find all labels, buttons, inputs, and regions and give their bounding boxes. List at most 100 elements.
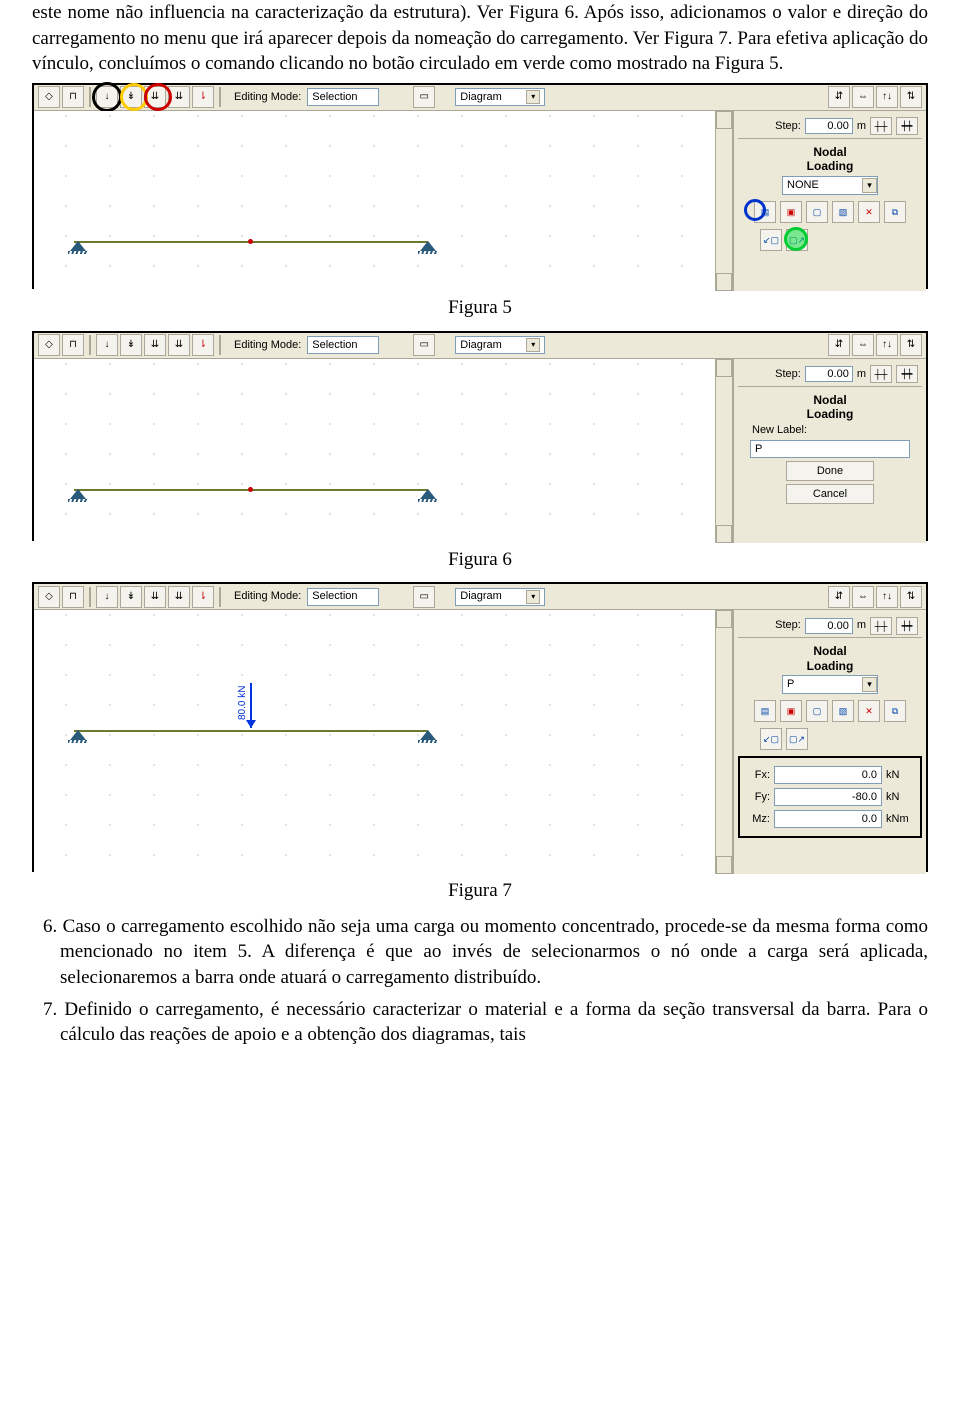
tool-icon[interactable]: ◇ [38, 586, 60, 608]
mz-label: Mz: [744, 812, 770, 827]
dist-load-full-icon[interactable]: ⇊ [168, 334, 190, 356]
editing-mode-field[interactable]: Selection [307, 336, 379, 354]
page-icon[interactable]: ▢ [806, 201, 828, 223]
align-icon[interactable]: ⇔ [852, 334, 874, 356]
delete-icon[interactable]: ✕ [858, 201, 880, 223]
dist-load-icon[interactable]: ↡ [120, 334, 142, 356]
node-point[interactable] [248, 487, 253, 492]
align-icon[interactable]: ⇵ [828, 586, 850, 608]
align-icon[interactable]: ↑↓ [876, 334, 898, 356]
save-icon[interactable]: ▣ [780, 700, 802, 722]
scrollbar-vertical[interactable] [715, 610, 732, 874]
paragraph-item-6: 6. Caso o carregamento escolhido não sej… [32, 914, 928, 991]
chevron-down-icon[interactable]: ▾ [526, 338, 540, 352]
chevron-down-icon[interactable]: ▾ [526, 590, 540, 604]
mz-input[interactable]: 0.0 [774, 810, 882, 828]
page-dup-icon[interactable]: ▧ [832, 201, 854, 223]
align-icon[interactable]: ↑↓ [876, 586, 898, 608]
dist-load-icon[interactable]: ↡ [120, 86, 142, 108]
align-icon[interactable]: ⇅ [900, 334, 922, 356]
fx-input[interactable]: 0.0 [774, 766, 882, 784]
align-icon[interactable]: ⇅ [900, 86, 922, 108]
apply-left-icon[interactable]: ↙▢ [760, 229, 782, 251]
copy-icon[interactable]: ⧉ [884, 201, 906, 223]
align-icon[interactable]: ⇔ [852, 86, 874, 108]
align-icon[interactable]: ↑↓ [876, 86, 898, 108]
snap-icon[interactable]: ┿┿ [896, 617, 918, 635]
dist-load-full-icon[interactable]: ⇊ [168, 586, 190, 608]
canvas[interactable]: 80.0 kN [34, 610, 734, 874]
dist-load-partial-icon[interactable]: ⇊ [144, 586, 166, 608]
snap-icon[interactable]: ┼┼ [870, 365, 892, 383]
page-dup-icon[interactable]: ▧ [832, 700, 854, 722]
beam [74, 730, 428, 732]
fy-input[interactable]: -80.0 [774, 788, 882, 806]
nodal-load-icon[interactable]: ↓ [96, 586, 118, 608]
align-icon[interactable]: ⇅ [900, 586, 922, 608]
new-icon[interactable]: ▤ [754, 201, 776, 223]
dist-load-partial-icon[interactable]: ⇊ [144, 334, 166, 356]
tool-icon[interactable]: ◇ [38, 86, 60, 108]
nodal-load-icon[interactable]: ↓ [96, 86, 118, 108]
grid-dots [34, 359, 732, 543]
step-input[interactable]: 0.00 [805, 118, 853, 134]
tool-icon[interactable]: ⊓ [62, 586, 84, 608]
dist-load-full-icon[interactable]: ⇊ [168, 86, 190, 108]
snap-icon[interactable]: ┼┼ [870, 617, 892, 635]
snap-icon[interactable]: ┿┿ [896, 365, 918, 383]
thermometer-icon[interactable]: ⇂ [192, 334, 214, 356]
cancel-button[interactable]: Cancel [786, 484, 874, 504]
node-point[interactable] [248, 239, 253, 244]
apply-left-icon[interactable]: ↙▢ [760, 728, 782, 750]
apply-right-icon[interactable]: ▢↗ [786, 229, 808, 251]
editing-mode-field[interactable]: Selection [307, 88, 379, 106]
nodal-load-icon[interactable]: ↓ [96, 334, 118, 356]
new-icon[interactable]: ▤ [754, 700, 776, 722]
editing-mode-field[interactable]: Selection [307, 588, 379, 606]
window-icon[interactable]: ▭ [413, 334, 435, 356]
align-icon[interactable]: ⇵ [828, 334, 850, 356]
copy-icon[interactable]: ⧉ [884, 700, 906, 722]
step-input[interactable]: 0.00 [805, 366, 853, 382]
dropdown-value: P [787, 677, 794, 692]
chevron-down-icon[interactable]: ▾ [526, 90, 540, 104]
align-icon[interactable]: ⇵ [828, 86, 850, 108]
chevron-down-icon[interactable]: ▾ [862, 178, 877, 193]
diagram-dropdown[interactable]: Diagram ▾ [455, 336, 545, 354]
window-icon[interactable]: ▭ [413, 586, 435, 608]
loading-dropdown[interactable]: P ▾ [782, 675, 878, 694]
align-icon[interactable]: ⇔ [852, 586, 874, 608]
save-icon[interactable]: ▣ [780, 201, 802, 223]
toolbar: ◇ ⊓ ↓ ↡ ⇊ ⇊ ⇂ Editing Mode: Selection ▭ … [34, 333, 926, 359]
window-icon[interactable]: ▭ [413, 86, 435, 108]
done-button[interactable]: Done [786, 461, 874, 481]
new-label-input[interactable]: P [750, 440, 910, 458]
scrollbar-vertical[interactable] [715, 111, 732, 291]
step-input[interactable]: 0.00 [805, 618, 853, 634]
page-icon[interactable]: ▢ [806, 700, 828, 722]
apply-right-icon[interactable]: ▢↗ [786, 728, 808, 750]
caption-6: Figura 6 [32, 547, 928, 573]
diagram-dropdown[interactable]: Diagram ▾ [455, 88, 545, 106]
chevron-down-icon[interactable]: ▾ [862, 677, 877, 692]
figure-6: ◇ ⊓ ↓ ↡ ⇊ ⇊ ⇂ Editing Mode: Selection ▭ … [32, 331, 928, 541]
snap-icon[interactable]: ┿┿ [896, 117, 918, 135]
force-label: 80.0 kN [236, 686, 250, 720]
tool-icon[interactable]: ⊓ [62, 86, 84, 108]
dist-load-icon[interactable]: ↡ [120, 586, 142, 608]
dist-load-partial-icon[interactable]: ⇊ [144, 86, 166, 108]
dropdown-value: NONE [787, 178, 819, 193]
tool-icon[interactable]: ◇ [38, 334, 60, 356]
delete-icon[interactable]: ✕ [858, 700, 880, 722]
diagram-dropdown[interactable]: Diagram ▾ [455, 588, 545, 606]
step-label: Step: [775, 618, 801, 633]
canvas[interactable] [34, 359, 734, 543]
canvas[interactable] [34, 111, 734, 291]
scrollbar-vertical[interactable] [715, 359, 732, 543]
thermometer-icon[interactable]: ⇂ [192, 86, 214, 108]
thermometer-icon[interactable]: ⇂ [192, 586, 214, 608]
step-unit: m [857, 119, 866, 134]
tool-icon[interactable]: ⊓ [62, 334, 84, 356]
loading-dropdown[interactable]: NONE ▾ [782, 176, 878, 195]
snap-icon[interactable]: ┼┼ [870, 117, 892, 135]
